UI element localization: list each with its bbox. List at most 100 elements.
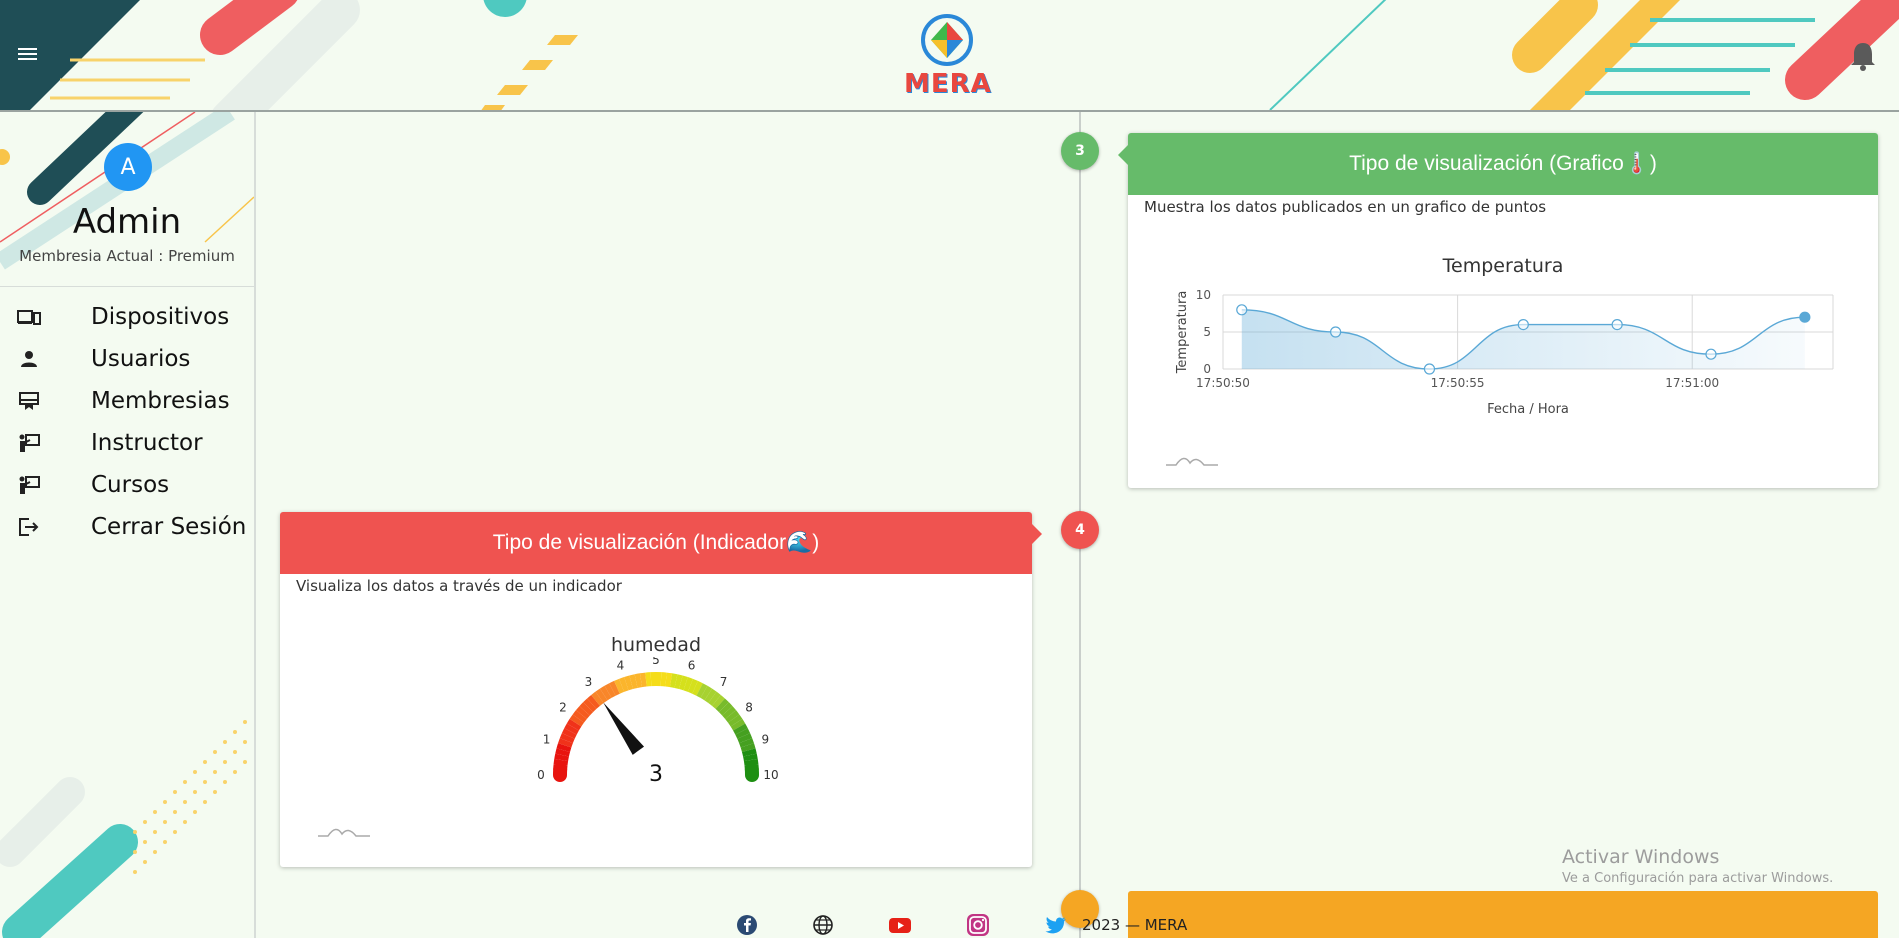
footer-copyright: 2023 — MERA (1082, 916, 1188, 934)
gauge-band-segment (561, 728, 577, 739)
main-content: 3 Tipo de visualización (Grafico🌡️) Mues… (256, 112, 1899, 938)
facebook-icon[interactable] (736, 914, 758, 936)
chart-card: Tipo de visualización (Grafico🌡️) Muestr… (1118, 133, 1878, 488)
timeline-badge-4: 4 (1061, 511, 1099, 549)
series-area (1241, 309, 1805, 369)
globe-icon[interactable] (812, 914, 834, 936)
gauge-band-segment (572, 710, 587, 723)
card-5-header (1128, 891, 1878, 938)
gauge-tick-label: 0 (537, 768, 545, 782)
gauge-band-segment (619, 677, 629, 692)
sidebar-item-dispositivos[interactable]: Dispositivos (14, 300, 229, 334)
card-header: Tipo de visualización (Grafico🌡️) (1128, 133, 1878, 195)
hamburger-icon (18, 48, 37, 60)
chart-title: Temperatura (1442, 255, 1564, 277)
card-membership-icon (14, 390, 44, 412)
gauge-tick-label: 7 (720, 675, 728, 689)
gauge-band-segment (674, 674, 683, 690)
sidebar-item-label: Cerrar Sesión (91, 514, 247, 540)
gauge-band-segment (587, 694, 601, 709)
gauge-band-segment (727, 714, 743, 727)
temperature-line-chart[interactable]: 0 5 10 17:50:50 17:50:55 17:51:00 Fecha / Hora… (1128, 283, 1868, 433)
timeline-badge-3: 3 (1061, 132, 1099, 170)
gauge-band-segment (604, 683, 616, 698)
gauge-band-segment (737, 733, 753, 744)
card-title: Tipo de visualización (Grafico🌡️) (1349, 152, 1657, 175)
notifications-button[interactable] (1848, 40, 1878, 72)
humedad-gauge[interactable]: 0 1 2 3 4 5 6 7 8 9 10 3 (280, 657, 1032, 857)
sparkline-icon (318, 828, 370, 837)
instructor-icon (14, 474, 44, 496)
youtube-icon[interactable] (888, 914, 912, 936)
avatar[interactable]: A (104, 143, 152, 191)
gauge-band-segment (711, 694, 725, 709)
twitter-icon[interactable] (1044, 914, 1068, 936)
gauge-band-segment (700, 685, 713, 701)
gauge-card: Tipo de visualización (Indicador🌊) Visua… (280, 512, 1042, 867)
gauge-band-segment (579, 702, 594, 716)
gauge-band-segment (599, 685, 612, 701)
gauge-band-segment (569, 714, 585, 727)
sidebar-item-cursos[interactable]: Cursos (14, 468, 169, 502)
sidebar-item-usuarios[interactable]: Usuarios (14, 342, 190, 376)
gauge-band-segment (609, 680, 620, 696)
sidebar-item-cerrar-sesion[interactable]: Cerrar Sesión (14, 510, 246, 544)
gauge-band-segment (683, 677, 693, 692)
gauge-band-segment (554, 753, 569, 762)
app-logo[interactable]: MERA (902, 12, 994, 99)
gauge-band-segment (730, 718, 746, 731)
sidebar-item-label: Usuarios (91, 346, 191, 372)
card-description: Muestra los datos publicados en un grafi… (1144, 198, 1547, 216)
gauge-band-segment (556, 743, 572, 753)
logo-text: MERA (904, 69, 992, 99)
gauge-tick-label: 8 (745, 700, 753, 714)
gauge-band-segment (722, 706, 737, 720)
logout-icon (14, 516, 44, 538)
watermark-title: Activar Windows (1562, 846, 1720, 868)
y-tick-label: 5 (1203, 325, 1211, 339)
gauge-band-segment (665, 672, 673, 688)
gauge-band-segment (743, 753, 758, 762)
sidebar-item-membresias[interactable]: Membresias (14, 384, 230, 418)
gauge-band-segment (740, 743, 756, 753)
gauge-tick-label: 10 (763, 768, 778, 782)
x-tick-label: 17:51:00 (1665, 376, 1719, 390)
person-icon (14, 348, 44, 370)
gauge-title: humedad (610, 634, 702, 656)
gauge-tick-label: 5 (652, 657, 660, 667)
sidebar-item-label: Cursos (91, 472, 170, 498)
membership-label: Membresia Actual : Premium (19, 247, 235, 265)
gauge-tick-label: 9 (762, 732, 770, 746)
x-axis-label: Fecha / Hora (1487, 402, 1569, 417)
gauge-band-segment (715, 698, 729, 713)
data-point (1517, 318, 1529, 331)
menu-button[interactable] (18, 46, 38, 62)
watermark-subtitle: Ve a Configuración para activar Windows. (1562, 871, 1834, 886)
gauge-band-segment (687, 678, 698, 694)
data-point (1236, 304, 1248, 316)
gauge-band-segment (555, 748, 571, 757)
gauge-band-segment (634, 673, 643, 688)
gauge-band-segment (564, 723, 579, 735)
x-tick-label: 17:50:50 (1196, 376, 1250, 390)
card-header: Tipo de visualización (Indicador🌊) (280, 512, 1032, 574)
gauge-band-segment (591, 691, 604, 706)
card-description: Visualiza los datos a través de un indic… (296, 577, 622, 595)
gauge-tick-label: 3 (585, 675, 593, 689)
card-title: Tipo de visualización (Indicador🌊) (492, 531, 820, 554)
x-tick-label: 17:50:55 (1431, 376, 1485, 390)
user-name: Admin (72, 202, 182, 242)
data-point (1799, 311, 1811, 323)
sidebar-item-label: Membresias (91, 388, 230, 414)
top-bar: MERA (0, 0, 1899, 112)
gauge-tick-label: 1 (543, 732, 551, 746)
data-point (1611, 318, 1623, 331)
instructor-icon (14, 432, 44, 454)
sidebar-item-instructor[interactable]: Instructor (14, 426, 203, 460)
gauge-needle (603, 702, 645, 755)
gauge-band-segment (566, 718, 582, 731)
gauge-band-segment (559, 733, 575, 744)
y-tick-label: 10 (1196, 288, 1211, 302)
card-arrow (1118, 145, 1128, 165)
instagram-icon[interactable] (966, 913, 990, 937)
